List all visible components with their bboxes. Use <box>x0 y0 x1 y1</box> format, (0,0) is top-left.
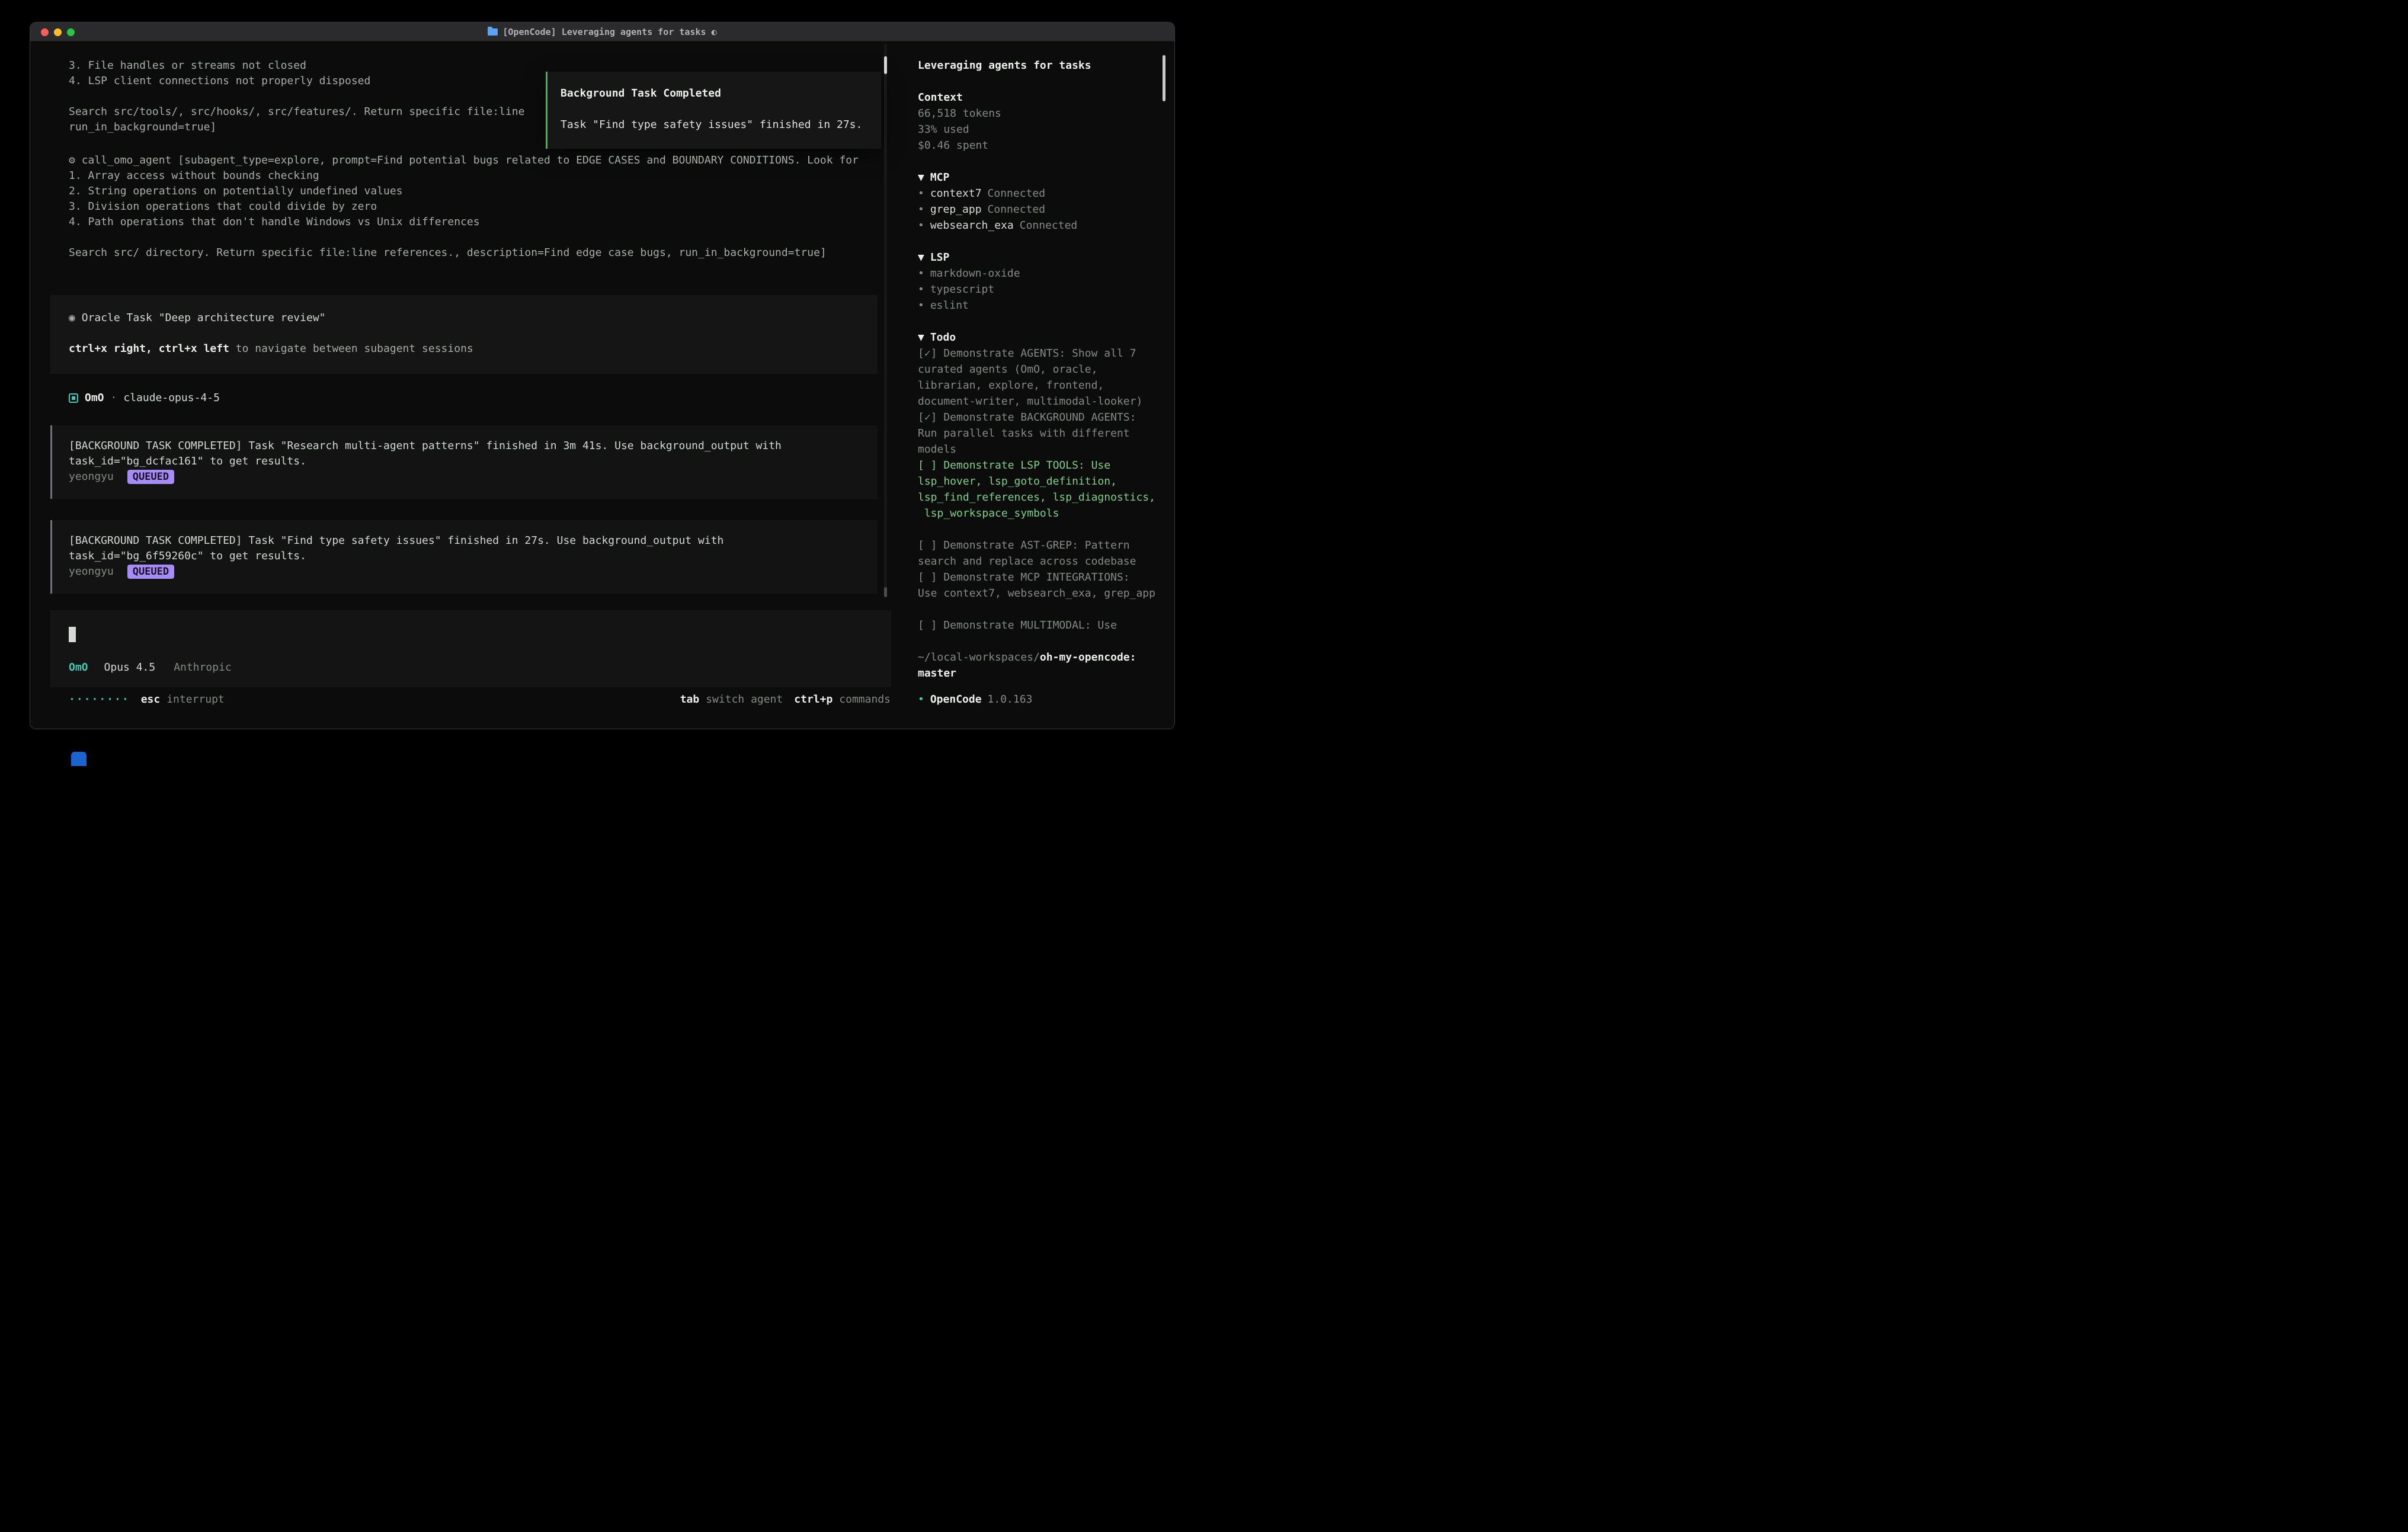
tab-hint: tab switch agent <box>680 691 783 707</box>
triangle-down-icon: ▼ <box>918 169 924 185</box>
oracle-hint-text: to navigate between subagent sessions <box>229 342 473 355</box>
bullet-icon: • <box>918 281 924 297</box>
titlebar: [OpenCode] Leveraging agents for tasks ◐ <box>30 23 1174 41</box>
main-scrollbar <box>884 43 887 597</box>
app-version: 1.0.163 <box>988 691 1033 707</box>
workspace-path-prefix: ~/local-workspaces/ <box>918 651 1040 664</box>
message-text: [BACKGROUND TASK COMPLETED] Task "Resear… <box>69 438 878 469</box>
tab-key: tab <box>680 691 700 707</box>
agent-model: claude-opus-4-5 <box>123 392 220 404</box>
message-meta: yeongyu QUEUED <box>69 564 878 579</box>
message-text: [BACKGROUND TASK COMPLETED] Task "Find t… <box>69 533 878 564</box>
lsp-item: • typescript <box>918 281 1163 297</box>
status-badge: QUEUED <box>127 470 174 484</box>
status-badge: QUEUED <box>127 565 174 579</box>
mcp-heading: ▼ MCP <box>918 169 1163 185</box>
traffic-lights <box>41 23 75 41</box>
mcp-item: • websearch_exa Connected <box>918 217 1163 233</box>
lsp-item: • markdown-oxide <box>918 265 1163 281</box>
todo-heading: ▼ Todo <box>918 329 1163 345</box>
message-block: [BACKGROUND TASK COMPLETED] Task "Resear… <box>50 425 878 499</box>
sidebar-scrollbar-thumb[interactable] <box>1163 55 1165 101</box>
message-meta: yeongyu QUEUED <box>69 469 878 485</box>
input-provider: Anthropic <box>174 659 232 675</box>
esc-label: interrupt <box>166 691 225 707</box>
todo-pending-item: [ ] Demonstrate AST-GREP: Pattern search… <box>918 537 1163 569</box>
commands-label: commands <box>839 691 891 707</box>
message-author: yeongyu <box>69 565 114 578</box>
bullet-icon: • <box>918 185 924 201</box>
text-cursor <box>69 627 76 642</box>
oracle-icon: ◉ <box>69 312 75 324</box>
todo-done-item: [✓] Demonstrate BACKGROUND AGENTS: Run p… <box>918 409 1163 457</box>
oracle-task-panel: ◉ Oracle Task "Deep architecture review"… <box>50 295 878 374</box>
prompt-input[interactable]: OmO Opus 4.5 Anthropic <box>50 610 891 687</box>
bullet-icon: • <box>918 297 924 313</box>
close-button[interactable] <box>41 28 49 36</box>
context-used: 33% used <box>918 121 1163 137</box>
workspace-repo: oh-my-opencode: <box>1040 651 1136 664</box>
triangle-down-icon: ▼ <box>918 249 924 265</box>
lsp-item: • eslint <box>918 297 1163 313</box>
agent-icon <box>69 393 78 403</box>
todo-active-item: [ ] Demonstrate LSP TOOLS: Use lsp_hover… <box>918 457 1163 521</box>
session-title: Leveraging agents for tasks <box>918 57 1163 73</box>
window-title: [OpenCode] Leveraging agents for tasks ◐ <box>502 27 716 37</box>
gear-icon: ⚙ <box>69 154 75 166</box>
oracle-hint: ctrl+x right, ctrl+x left to navigate be… <box>69 341 878 357</box>
input-meta: OmO Opus 4.5 Anthropic <box>69 659 232 675</box>
workspace-path: ~/local-workspaces/oh-my-opencode: maste… <box>918 649 1163 681</box>
toast-background-task: Background Task Completed Task "Find typ… <box>546 72 881 149</box>
tab-label: switch agent <box>706 691 783 707</box>
app-name: OpenCode <box>930 691 982 707</box>
zoom-button[interactable] <box>67 28 75 36</box>
context-spent: $0.46 spent <box>918 137 1163 153</box>
todo-done-item: [✓] Demonstrate AGENTS: Show all 7 curat… <box>918 345 1163 409</box>
todo-pending-item: [ ] Demonstrate MCP INTEGRATIONS: Use co… <box>918 569 1163 601</box>
version-row: • OpenCode 1.0.163 <box>918 691 1032 707</box>
folder-icon <box>488 28 498 36</box>
message-block: [BACKGROUND TASK COMPLETED] Task "Find t… <box>50 520 878 594</box>
workspace-branch: master <box>918 667 956 680</box>
main-scrollbar-thumb-secondary[interactable] <box>884 587 887 597</box>
main-scrollbar-thumb[interactable] <box>884 56 887 74</box>
tool-call-header: call_omo_agent [subagent_type=explore, p… <box>82 154 859 166</box>
mcp-item: • grep_app Connected <box>918 201 1163 217</box>
tool-call-block: ⚙ call_omo_agent [subagent_type=explore,… <box>69 153 894 261</box>
input-model: Opus 4.5 <box>104 659 156 675</box>
bullet-icon: • <box>918 265 924 281</box>
mcp-item: • context7 Connected <box>918 185 1163 201</box>
input-agent-name: OmO <box>69 659 88 675</box>
oracle-task-title: Oracle Task "Deep architecture review" <box>82 312 326 324</box>
session-sidebar: Leveraging agents for tasks Context 66,5… <box>918 57 1163 681</box>
spinner-dots: ········ <box>69 691 130 707</box>
bullet-icon: • <box>918 217 924 233</box>
triangle-down-icon: ▼ <box>918 329 924 345</box>
status-bar: ········ esc interrupt tab switch agent … <box>69 691 891 707</box>
oracle-hint-keys: ctrl+x right, ctrl+x left <box>69 342 229 355</box>
toast-body: Task "Find type safety issues" finished … <box>561 117 867 133</box>
esc-hint: esc interrupt <box>141 691 225 707</box>
minimize-button[interactable] <box>54 28 62 36</box>
terminal-window: [OpenCode] Leveraging agents for tasks ◐… <box>30 22 1175 729</box>
agent-name: OmO <box>85 392 104 404</box>
message-author: yeongyu <box>69 470 114 483</box>
dock-peek-icon[interactable] <box>71 752 87 766</box>
commands-key: ctrl+p <box>794 691 832 707</box>
context-heading: Context <box>918 89 1163 105</box>
agent-header: OmO · claude-opus-4-5 <box>69 390 220 406</box>
lsp-heading: ▼ LSP <box>918 249 1163 265</box>
todo-pending-item: [ ] Demonstrate MULTIMODAL: Use <box>918 617 1163 633</box>
tool-call-body: 1. Array access without bounds checking … <box>69 168 894 261</box>
bullet-icon: • <box>918 201 924 217</box>
commands-hint: ctrl+p commands <box>794 691 891 707</box>
esc-key: esc <box>141 691 161 707</box>
context-tokens: 66,518 tokens <box>918 105 1163 121</box>
separator-dot: · <box>111 392 117 404</box>
bullet-icon: • <box>918 691 924 707</box>
toast-title: Background Task Completed <box>561 86 867 101</box>
